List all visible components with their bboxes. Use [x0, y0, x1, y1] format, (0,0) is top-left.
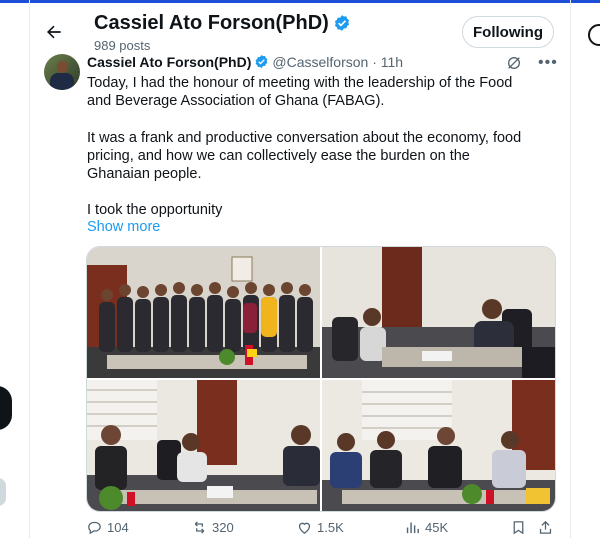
- edge-icon-partial[interactable]: [588, 24, 600, 46]
- photo-grid: [86, 246, 556, 512]
- verified-icon: [334, 15, 349, 31]
- post-actions: 104 320 1.5K 45K: [86, 519, 556, 537]
- column-border-right: [570, 0, 571, 538]
- repost-button[interactable]: 320: [191, 519, 234, 536]
- profile-name-text: Cassiel Ato Forson(PhD): [94, 12, 329, 34]
- post-time[interactable]: · 11h: [372, 54, 403, 70]
- author-handle[interactable]: @Casselforson: [272, 54, 368, 70]
- post-author-line: Cassiel Ato Forson(PhD) @Casselforson · 1…: [87, 54, 557, 74]
- share-icon: [539, 520, 552, 534]
- views-count: 45K: [425, 520, 449, 535]
- verified-icon: [256, 54, 268, 69]
- show-more-link[interactable]: Show more: [87, 219, 160, 235]
- author-name[interactable]: Cassiel Ato Forson(PhD): [87, 54, 251, 70]
- views-button[interactable]: 45K: [404, 519, 448, 536]
- share-button[interactable]: [537, 519, 554, 536]
- photo-meeting-panel[interactable]: [322, 380, 555, 511]
- repost-count: 320: [212, 520, 234, 535]
- repost-icon: [194, 521, 205, 534]
- more-icon[interactable]: •••: [538, 54, 558, 72]
- reply-button[interactable]: 104: [86, 519, 129, 536]
- sidebar-button-partial[interactable]: [0, 386, 12, 430]
- back-arrow-icon[interactable]: [44, 22, 64, 42]
- avatar[interactable]: [44, 54, 80, 90]
- views-icon: [406, 522, 419, 534]
- reply-count: 104: [107, 520, 129, 535]
- post-paragraph-1: Today, I had the honour of meeting with …: [87, 75, 513, 109]
- like-icon: [298, 522, 311, 534]
- photo-group-meeting[interactable]: [87, 247, 320, 378]
- following-button[interactable]: Following: [462, 16, 554, 48]
- like-button[interactable]: 1.5K: [296, 519, 344, 536]
- sidebar-avatar-partial[interactable]: [0, 478, 6, 506]
- bookmark-button[interactable]: [510, 519, 527, 536]
- like-count: 1.5K: [317, 520, 344, 535]
- column-border-left: [29, 0, 30, 538]
- profile-name: Cassiel Ato Forson(PhD): [94, 12, 351, 35]
- browser-top-bar: [0, 0, 600, 3]
- reply-icon: [88, 521, 101, 535]
- photo-meeting-talk[interactable]: [322, 247, 555, 378]
- grok-icon[interactable]: [506, 55, 522, 71]
- bookmark-icon: [513, 521, 524, 535]
- post-count: 989 posts: [94, 38, 151, 53]
- post-paragraph-2: It was a frank and productive conversati…: [87, 130, 522, 182]
- post-paragraph-3: I took the opportunity: [87, 202, 223, 218]
- profile-header: Cassiel Ato Forson(PhD) 989 posts Follow…: [30, 8, 570, 54]
- photo-meeting-discussion[interactable]: [87, 380, 320, 511]
